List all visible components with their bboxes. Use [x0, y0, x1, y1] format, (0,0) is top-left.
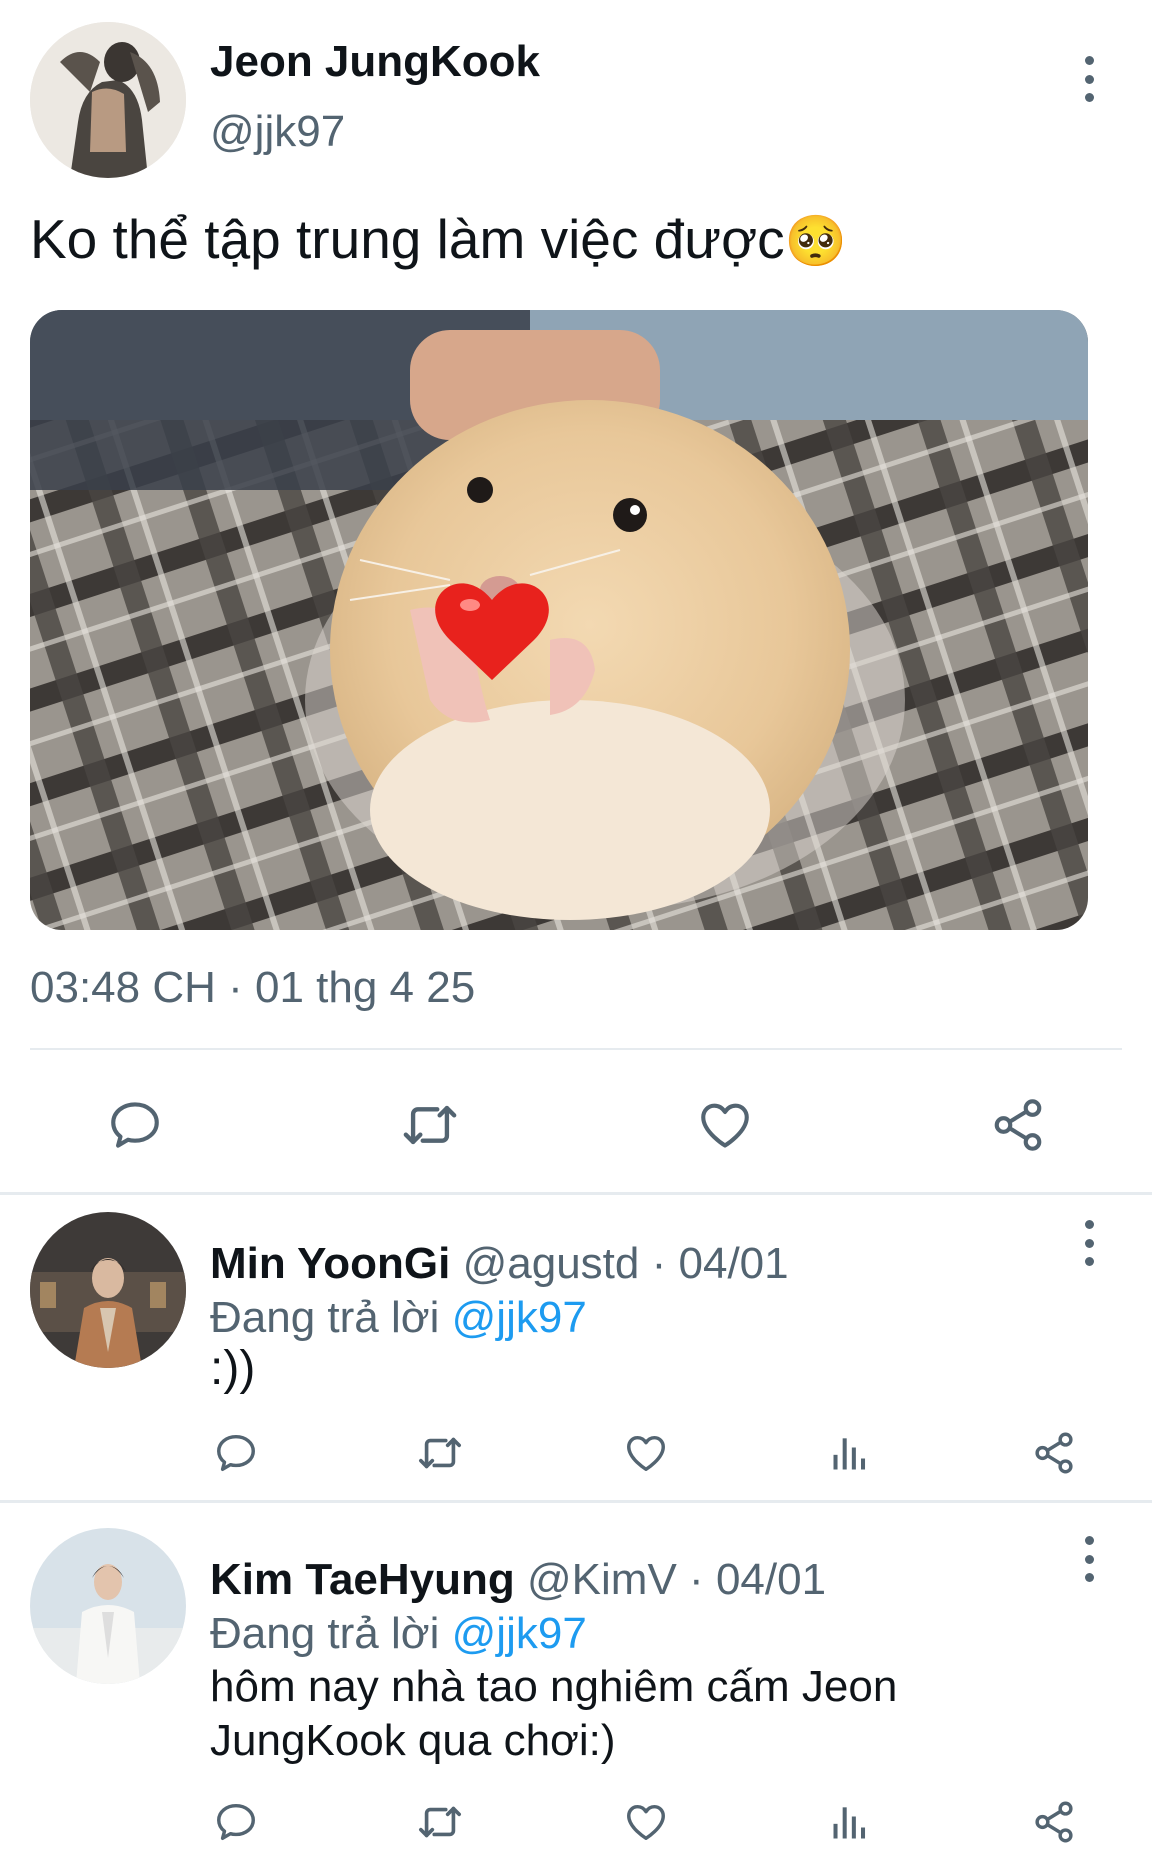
divider [30, 1048, 1122, 1050]
reply-author-name[interactable]: Kim TaeHyung [210, 1555, 515, 1604]
share-icon[interactable] [1026, 1794, 1082, 1850]
heart-icon[interactable] [618, 1425, 674, 1481]
reply-avatar[interactable] [30, 1528, 186, 1684]
more-options-icon[interactable] [1074, 1218, 1104, 1268]
reply-header: Min YoonGi @agustd · 04/01 [210, 1236, 789, 1292]
hamster-photo [30, 310, 1088, 930]
heart-icon[interactable] [690, 1090, 760, 1160]
reply-avatar[interactable] [30, 1212, 186, 1368]
reply-date[interactable]: 04/01 [716, 1555, 826, 1604]
share-icon[interactable] [983, 1090, 1053, 1160]
retweet-icon[interactable] [395, 1090, 465, 1160]
replying-prefix: Đang trả lời [210, 1293, 440, 1342]
separator-dot: · [689, 1555, 704, 1604]
heart-icon[interactable] [618, 1794, 674, 1850]
more-options-icon[interactable] [1074, 54, 1104, 104]
replying-prefix: Đang trả lời [210, 1609, 440, 1658]
views-icon[interactable] [822, 1794, 878, 1850]
retweet-icon[interactable] [412, 1794, 468, 1850]
reply-author-name[interactable]: Min YoonGi [210, 1239, 450, 1288]
tweet-timestamp: 03:48 CH · 01 thg 4 25 [30, 963, 476, 1012]
reply-avatar-photo [30, 1212, 186, 1368]
reply-text: :)) [210, 1342, 256, 1395]
replying-to-link[interactable]: @jjk97 [452, 1609, 587, 1658]
reply-icon[interactable] [208, 1794, 264, 1850]
separator-dot: · [651, 1239, 667, 1288]
reply-text: hôm nay nhà tao nghiêm cấm Jeon JungKook… [210, 1662, 898, 1765]
replying-to: Đang trả lời @jjk97 [210, 1290, 587, 1346]
pleading-face-emoji: 🥺 [784, 213, 847, 269]
views-icon[interactable] [822, 1425, 878, 1481]
more-options-icon[interactable] [1074, 1534, 1104, 1584]
reply-date[interactable]: 04/01 [679, 1239, 789, 1288]
reply-author-handle[interactable]: @KimV [527, 1555, 677, 1604]
replying-to-link[interactable]: @jjk97 [452, 1293, 587, 1342]
author-name[interactable]: Jeon JungKook [210, 34, 540, 90]
reply-author-handle[interactable]: @agustd [463, 1239, 640, 1288]
replying-to: Đang trả lời @jjk97 [210, 1606, 587, 1662]
retweet-icon[interactable] [412, 1425, 468, 1481]
reply-icon[interactable] [100, 1090, 170, 1160]
reply-header: Kim TaeHyung @KimV · 04/01 [210, 1552, 826, 1608]
reply-icon[interactable] [208, 1425, 264, 1481]
reply-avatar-photo [30, 1528, 186, 1684]
reply-divider [0, 1500, 1152, 1503]
tweet-photo[interactable] [30, 310, 1088, 930]
tweet-text: Ko thể tập trung làm việc được🥺 [30, 204, 847, 276]
section-divider [0, 1192, 1152, 1195]
author-avatar-photo [30, 22, 186, 178]
author-handle[interactable]: @jjk97 [210, 104, 345, 160]
author-avatar[interactable] [30, 22, 186, 178]
share-icon[interactable] [1026, 1425, 1082, 1481]
tweet-text-body: Ko thể tập trung làm việc được [30, 208, 785, 270]
